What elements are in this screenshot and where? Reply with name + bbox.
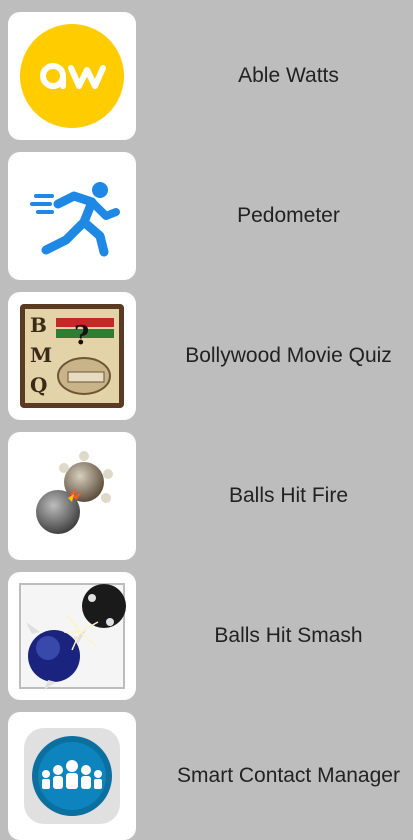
app-name[interactable]: Smart Contact Manager — [164, 712, 413, 840]
app-name[interactable]: Pedometer — [164, 152, 413, 280]
app-name[interactable]: Able Watts — [164, 12, 413, 140]
contacts-group-icon[interactable] — [8, 712, 136, 840]
svg-text:M: M — [30, 343, 52, 367]
able-watts-icon[interactable] — [8, 12, 136, 140]
svg-text:?: ? — [74, 321, 89, 351]
app-item-pedometer[interactable]: Pedometer — [0, 140, 413, 280]
running-man-icon[interactable] — [8, 152, 136, 280]
spiked-balls-fire-icon[interactable] — [8, 432, 136, 560]
app-item-balls-hit-smash[interactable]: Balls Hit Smash — [0, 560, 413, 700]
app-item-able-watts[interactable]: Able Watts — [0, 0, 413, 140]
app-name[interactable]: Balls Hit Fire — [164, 432, 413, 560]
app-item-smart-contact-manager[interactable]: Smart Contact Manager — [0, 700, 413, 840]
app-name[interactable]: Bollywood Movie Quiz — [164, 292, 413, 420]
app-item-balls-hit-fire[interactable]: Balls Hit Fire — [0, 420, 413, 560]
app-name[interactable]: Balls Hit Smash — [164, 572, 413, 700]
svg-text:Q: Q — [30, 373, 47, 397]
spiked-balls-smash-icon[interactable] — [8, 572, 136, 700]
svg-text:B: B — [30, 313, 47, 337]
app-list: Able Watts Pedometer B M Q ? Bollywood M… — [0, 0, 413, 840]
bmq-quiz-icon[interactable]: B M Q ? — [8, 292, 136, 420]
app-item-bollywood-movie-quiz[interactable]: B M Q ? Bollywood Movie Quiz — [0, 280, 413, 420]
